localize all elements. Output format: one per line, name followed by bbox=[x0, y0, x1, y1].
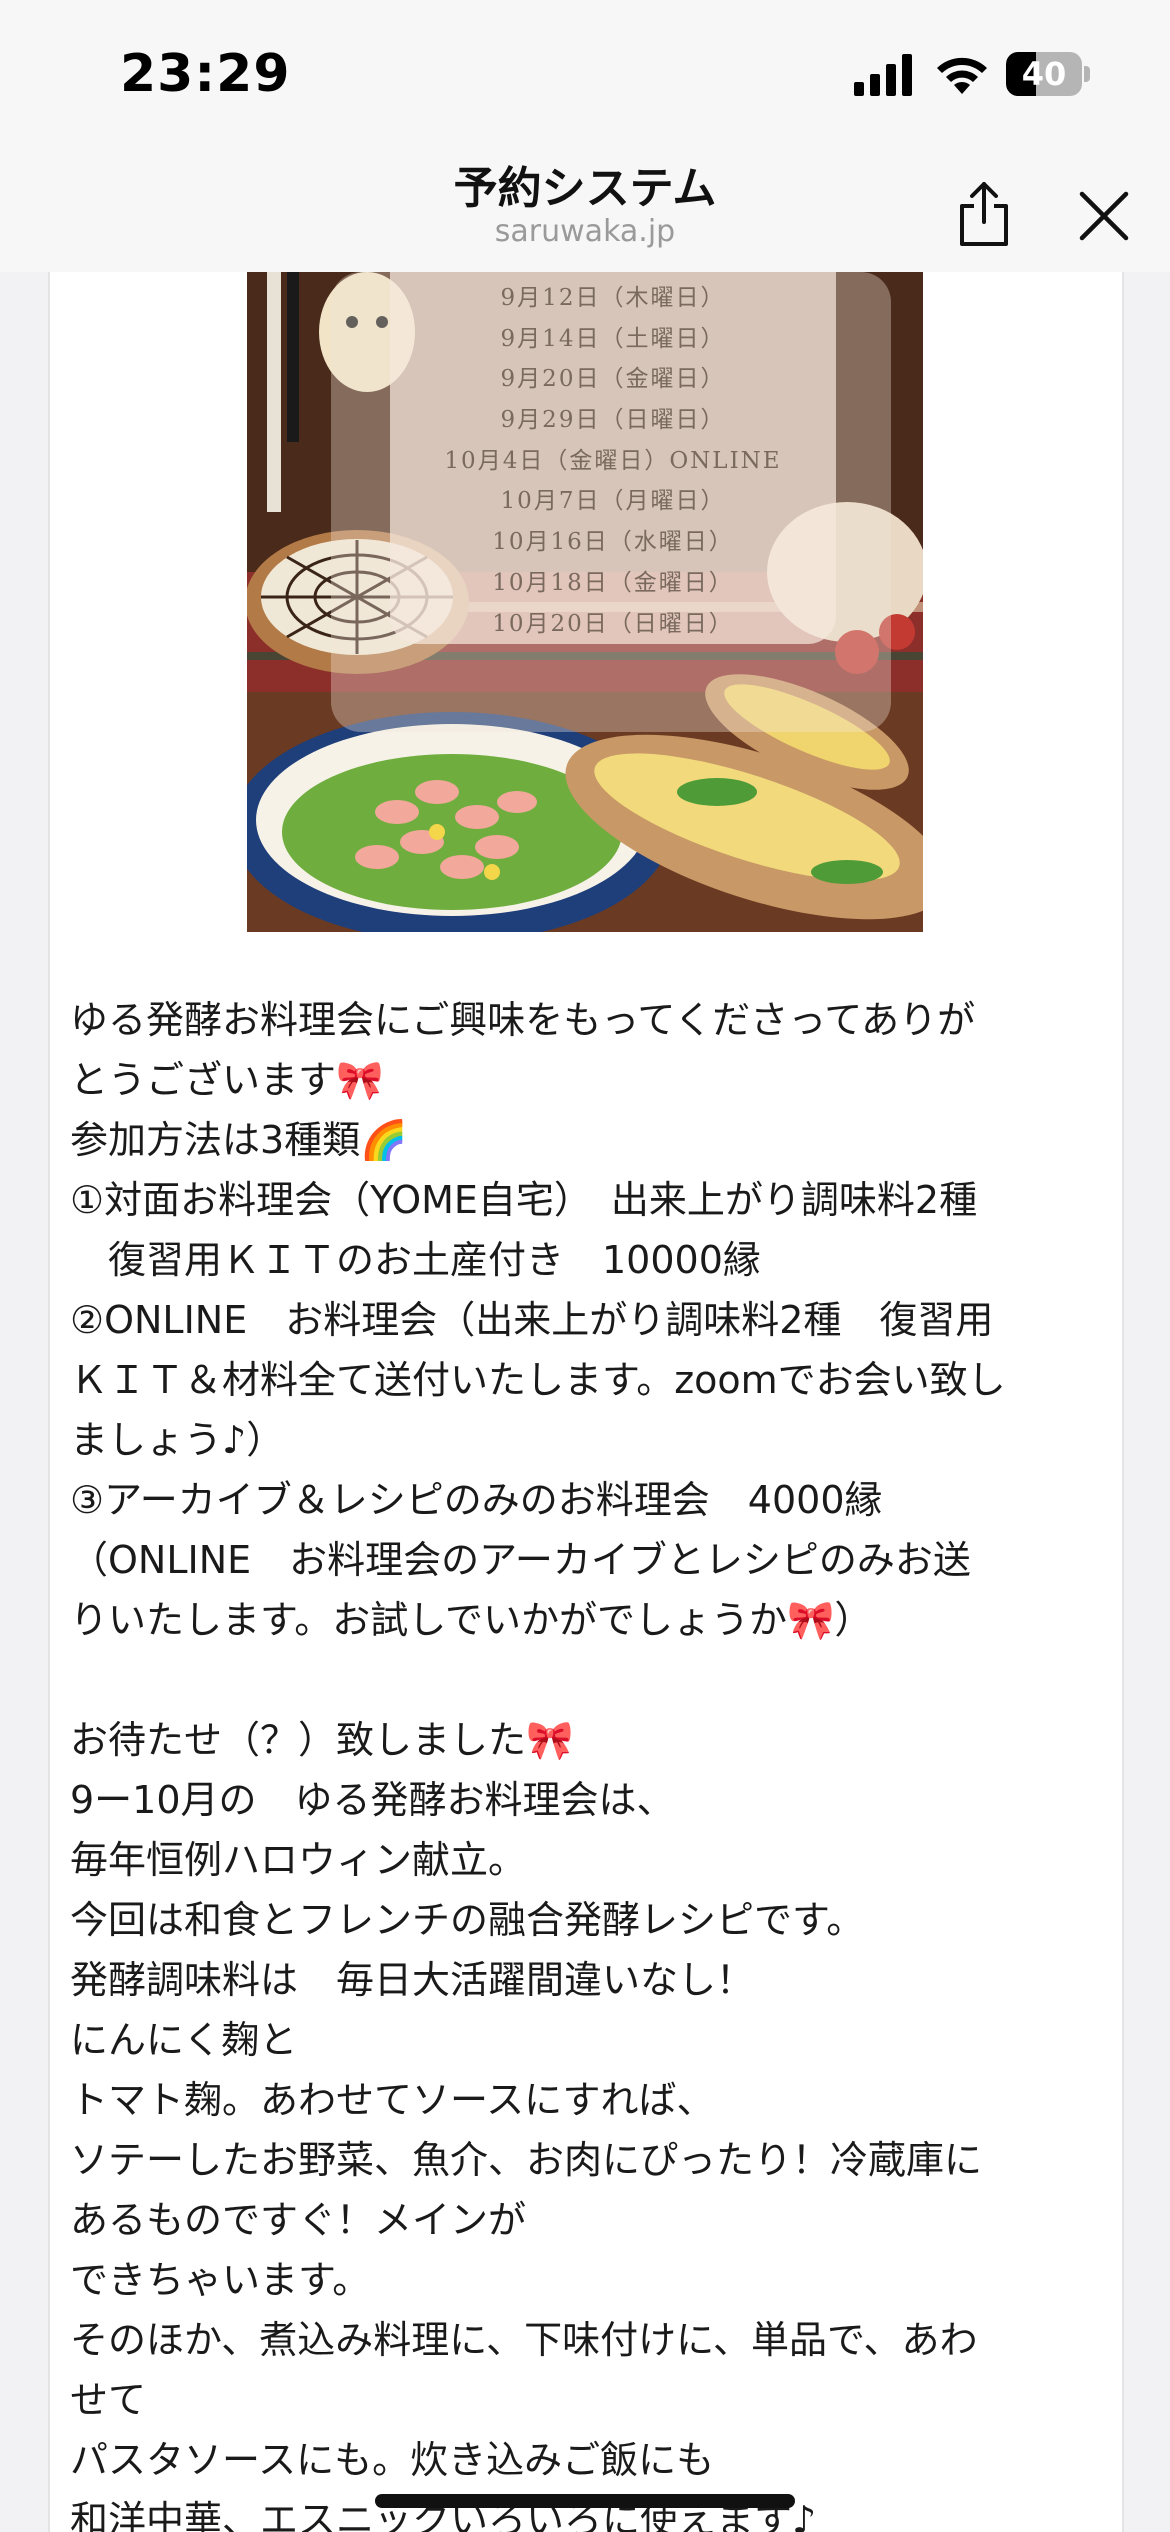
event-date-item: 9月12日（木曜日） bbox=[500, 285, 726, 311]
post-text-line: そのほか、煮込み料理に、下味付けに、単品で、あわ bbox=[70, 2318, 978, 2362]
close-icon[interactable] bbox=[1072, 184, 1136, 248]
event-date-item: 10月18日（金曜日） bbox=[492, 569, 734, 596]
post-text-line: とうございます🎀 bbox=[70, 1058, 384, 1102]
event-date-item: 9月29日（日曜日） bbox=[500, 407, 726, 434]
post-text-line: 復習用ＫＩＴのお土産付き 10000縁 bbox=[70, 1238, 761, 1282]
event-date-item: 9月14日（土曜日） bbox=[500, 325, 726, 352]
post-text-line: せて bbox=[70, 2378, 147, 2422]
post-text-line: 9ー10月の ゆる発酵お料理会は、 bbox=[70, 1778, 675, 1822]
event-date-item: 10月16日（水曜日） bbox=[492, 529, 734, 556]
post-text-line: ②ONLINE お料理会（出来上がり調味料2種 復習用 bbox=[70, 1298, 994, 1342]
post-text-line: 発酵調味料は 毎日大活躍間違いなし！ bbox=[70, 1958, 755, 2002]
post-text-line: 今回は和食とフレンチの融合発酵レシピです。 bbox=[70, 1898, 865, 1942]
post-text-line: ＫＩＴ＆材料全て送付いたします。zoomでお会い致し bbox=[70, 1358, 1006, 1402]
post-text-line: 参加方法は3種類🌈 bbox=[70, 1118, 408, 1162]
post-text-line: （ONLINE お料理会のアーカイブとレシピのみお送 bbox=[70, 1538, 971, 1582]
battery-percent: 40 bbox=[1021, 55, 1067, 93]
event-dates-list: 9月12日（木曜日） 9月14日（土曜日） 9月20日（金曜日） 9月29日（日曜日）… bbox=[390, 278, 836, 644]
post-text-line: りいたします。お試しでいかがでしょうか🎀） bbox=[70, 1598, 873, 1642]
event-date-item: 9月20日（金曜日） bbox=[500, 366, 726, 393]
event-date-item: 10月20日（日曜日） bbox=[492, 610, 734, 637]
post-text-line: ソテーしたお野菜、魚介、お肉にぴったり！冷蔵庫に bbox=[70, 2138, 983, 2182]
post-text-line: できちゃいます。 bbox=[70, 2258, 371, 2302]
post-text-line: パスタソースにも。炊き込みご飯にも bbox=[70, 2438, 715, 2482]
share-icon[interactable] bbox=[952, 178, 1016, 250]
home-indicator[interactable] bbox=[375, 2494, 795, 2508]
status-bar: 23:29 40 bbox=[0, 0, 1170, 148]
nav-header: 予約システム saruwaka.jp bbox=[0, 148, 1170, 272]
post-text-line: ③アーカイブ＆レシピのみのお料理会 4000縁 bbox=[70, 1478, 883, 1522]
post-text-line: にんにく麹と bbox=[70, 2018, 298, 2062]
event-date-item: 10月4日（金曜日）ONLINE bbox=[444, 447, 782, 474]
post-body: ゆる発酵お料理会にご興味をもってくださってありが とうございます🎀 参加方法は3種類… bbox=[70, 990, 1110, 2532]
post-text-line: お待たせ（？）致しました🎀 bbox=[70, 1718, 574, 1762]
post-text-line: ①対面お料理会（YOME自宅） 出来上がり調味料2種 bbox=[70, 1178, 978, 1222]
cellular-signal-icon bbox=[854, 54, 912, 96]
screen: 23:29 40 予約システム saruwaka.jp 9月12日（木曜日） 9… bbox=[0, 0, 1170, 2532]
post-text-line: ゆる発酵お料理会にご興味をもってくださってありが bbox=[70, 998, 976, 1042]
post-text-line: ましょう♪） bbox=[70, 1418, 285, 1462]
status-time: 23:29 bbox=[120, 44, 291, 104]
wifi-icon bbox=[937, 57, 987, 94]
event-date-item: 10月7日（月曜日） bbox=[500, 488, 726, 515]
post-text-line: トマト麹。あわせてソースにすれば、 bbox=[70, 2078, 715, 2122]
post-text-line: あるものですぐ！メインが bbox=[70, 2198, 527, 2242]
post-text-line: 毎年恒例ハロウィン献立。 bbox=[70, 1838, 527, 1882]
battery-icon: 40 bbox=[1006, 52, 1090, 96]
